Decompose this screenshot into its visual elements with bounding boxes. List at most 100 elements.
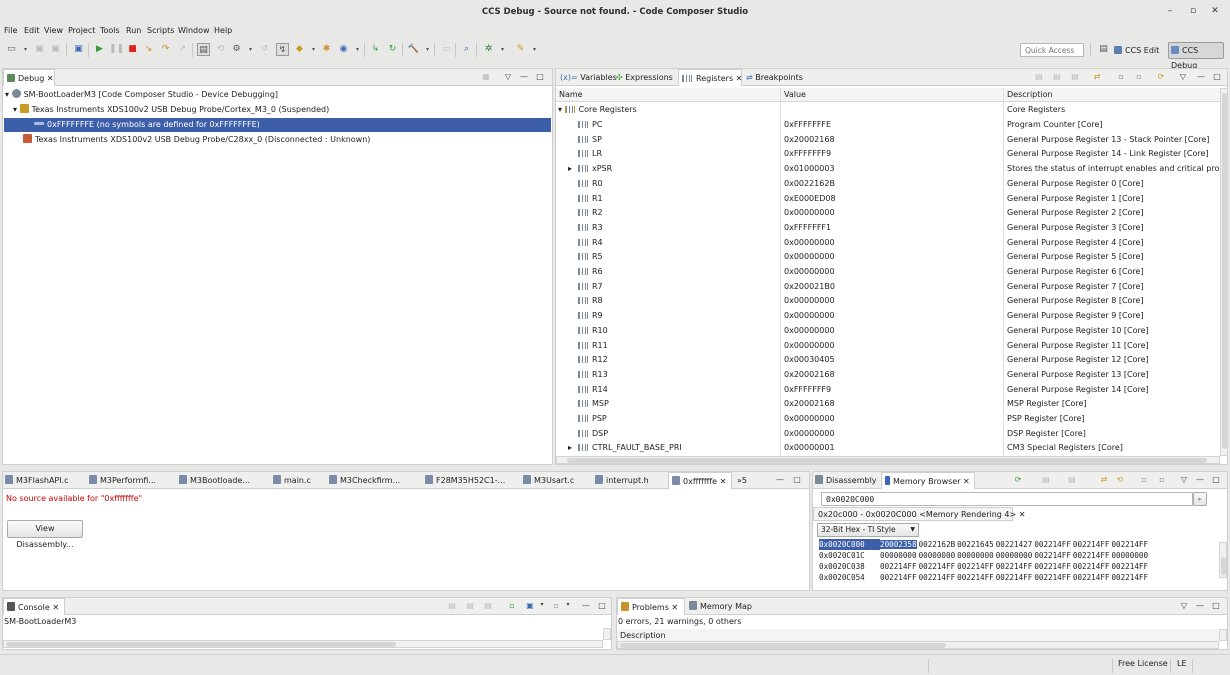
memory-cell[interactable]: 002214FF — [1034, 573, 1071, 582]
editor-tab[interactable]: main.c — [273, 472, 311, 488]
memory-cell[interactable]: 002214FF — [1111, 562, 1148, 571]
register-row[interactable]: ▸ xPSR 0x01000003 Stores the status of inte… — [556, 162, 1220, 176]
editor-tabs-overflow[interactable]: »5 — [737, 472, 747, 488]
register-row[interactable]: R8 0x00000000 General Purpose Register 8 [… — [556, 294, 1220, 308]
new-view-icon[interactable]: ▫ — [1134, 72, 1144, 81]
memory-scrollbar[interactable] — [1219, 542, 1227, 578]
close-icon[interactable]: ✕ — [1019, 510, 1026, 519]
new-console-icon[interactable]: ▫ — [551, 601, 561, 610]
console-horizontal-scrollbar[interactable] — [3, 640, 603, 648]
register-row[interactable]: R11 0x00000000 General Purpose Register 11… — [556, 339, 1220, 353]
column-name[interactable]: Name — [559, 88, 583, 102]
editor-tab[interactable]: M3Performfi... — [89, 472, 156, 488]
collapse-icon[interactable]: ▤ — [1052, 72, 1062, 81]
import-icon[interactable]: ▤ — [1041, 475, 1051, 484]
collapse-all-icon[interactable]: ▦ — [481, 72, 491, 81]
maximize-icon[interactable]: □ — [792, 475, 802, 484]
memory-cell[interactable]: 002214FF — [1073, 540, 1110, 549]
tab-breakpoints[interactable]: ⇌ Breakpoints — [744, 69, 803, 85]
step-into-icon[interactable]: ↘ — [142, 43, 155, 56]
build-icon[interactable]: 🔨 — [407, 43, 420, 56]
tab-variables[interactable]: (x)= Variables — [558, 69, 617, 85]
register-value[interactable]: 0x00000000 — [784, 309, 835, 323]
tree-item-c28xx[interactable]: Texas Instruments XDS100v2 USB Debug Pro… — [23, 133, 370, 147]
memory-cell[interactable]: 00000000 — [919, 551, 956, 560]
register-row[interactable]: MSP 0x20002168 MSP Register [Core] — [556, 397, 1220, 411]
tab-problems[interactable]: Problems ✕ — [617, 598, 685, 615]
memory-cell[interactable]: 002214FF — [1073, 573, 1110, 582]
save-all-icon[interactable]: ▣ — [49, 43, 62, 56]
register-value[interactable]: 0x00000000 — [784, 427, 835, 441]
word-wrap-icon[interactable]: ▤ — [483, 601, 493, 610]
close-icon[interactable]: ✕ — [52, 603, 59, 612]
open-perspective-icon[interactable]: ▤ — [1097, 43, 1110, 56]
memory-cell[interactable]: 002214FF — [1034, 551, 1071, 560]
settings-icon[interactable]: ✲ — [482, 43, 495, 56]
register-value[interactable]: 0xFFFFFFFE — [784, 118, 831, 132]
reload-icon[interactable]: ↻ — [386, 43, 399, 56]
quick-access-input[interactable] — [1020, 43, 1084, 57]
memory-cell[interactable]: 0022162B — [919, 540, 956, 549]
tree-item-cortex-m3[interactable]: ▾ Texas Instruments XDS100v2 USB Debug P… — [13, 103, 329, 117]
minimize-icon[interactable]: — — [1195, 601, 1205, 610]
register-value[interactable]: 0x00000000 — [784, 250, 835, 264]
column-description[interactable]: Description — [1007, 88, 1053, 102]
step-return-icon[interactable]: ↗ — [176, 43, 189, 56]
new-view-icon[interactable]: ▫ — [1157, 475, 1167, 484]
close-icon[interactable]: ✕ — [720, 477, 727, 486]
vertical-scrollbar[interactable] — [1220, 88, 1228, 456]
reset-icon[interactable]: ⟲ — [214, 43, 227, 56]
maximize-icon[interactable]: □ — [1212, 72, 1222, 81]
register-value[interactable]: 0x200021B0 — [784, 280, 835, 294]
menu-edit[interactable]: Edit — [24, 24, 40, 38]
expand-icon[interactable]: ▤ — [1070, 72, 1080, 81]
register-value[interactable]: 0x00000000 — [784, 324, 835, 338]
memory-cell[interactable]: 002214FF — [996, 573, 1033, 582]
refresh-icon[interactable]: ⟳ — [1013, 475, 1023, 484]
memory-cell[interactable]: 002214FF — [1073, 562, 1110, 571]
register-row[interactable]: R9 0x00000000 General Purpose Register 9 [… — [556, 309, 1220, 323]
register-value[interactable]: 0x00000001 — [784, 441, 835, 455]
close-icon[interactable]: ✕ — [963, 477, 970, 486]
link-icon[interactable]: ⇄ — [1099, 475, 1109, 484]
go-icon[interactable]: ▸ — [1193, 492, 1207, 506]
ccs-edit-perspective[interactable]: CCS Edit — [1114, 43, 1166, 58]
memory-cell[interactable]: 002214FF — [919, 573, 956, 582]
resume-icon[interactable]: ▶ — [93, 43, 106, 56]
suspend-icon[interactable]: ❚❚ — [109, 43, 124, 56]
close-icon[interactable]: ✕ — [47, 74, 54, 83]
editor-tab[interactable]: interrupt.h — [595, 472, 649, 488]
dropdown-icon[interactable]: ▾ — [537, 601, 547, 608]
navigate-icon[interactable]: ✎ — [514, 43, 527, 56]
expand-arrow-icon[interactable]: ▸ — [568, 441, 576, 455]
menu-window[interactable]: Window — [178, 24, 210, 38]
silicon-real-time-icon[interactable]: ↯ — [276, 43, 289, 56]
view-menu-icon[interactable]: ▽ — [503, 72, 513, 81]
register-value[interactable]: 0x01000003 — [784, 162, 835, 176]
console-vertical-scrollbar[interactable] — [603, 628, 611, 640]
export-icon[interactable]: ▤ — [1067, 475, 1077, 484]
register-row[interactable]: R5 0x00000000 General Purpose Register 5 [… — [556, 250, 1220, 264]
tab-memory-map[interactable]: Memory Map — [689, 598, 752, 614]
minimize-icon[interactable]: — — [581, 601, 591, 610]
save-icon[interactable]: ▣ — [33, 43, 46, 56]
register-value[interactable]: 0x00030405 — [784, 353, 835, 367]
editor-tab[interactable]: M3FlashAPI.c — [5, 472, 69, 488]
editor-tab[interactable]: M3Checkfirm... — [329, 472, 400, 488]
register-value[interactable]: 0x0022162B — [784, 177, 835, 191]
memory-cell[interactable]: 002214FF — [1111, 540, 1148, 549]
register-row[interactable]: PSP 0x00000000 PSP Register [Core] — [556, 412, 1220, 426]
register-value[interactable]: 0xE000ED08 — [784, 192, 836, 206]
register-value[interactable]: 0x00000000 — [784, 412, 835, 426]
memory-cell[interactable]: 00000000 — [996, 551, 1033, 560]
dropdown-icon[interactable]: ▾ — [307, 43, 320, 56]
refresh-icon[interactable]: ▤ — [1034, 72, 1044, 81]
register-value[interactable]: 0x00000000 — [784, 265, 835, 279]
menu-tools[interactable]: Tools — [100, 24, 120, 38]
continuous-refresh-icon[interactable]: ⟳ — [1156, 72, 1166, 81]
register-row[interactable]: PC 0xFFFFFFFE Program Counter [Core] — [556, 118, 1220, 132]
register-row[interactable]: R0 0x0022162B General Purpose Register 0 [… — [556, 177, 1220, 191]
memory-address-input[interactable]: 0x0020C000 — [821, 492, 1193, 506]
register-value[interactable]: 0xFFFFFFF1 — [784, 221, 831, 235]
menu-run[interactable]: Run — [126, 24, 141, 38]
